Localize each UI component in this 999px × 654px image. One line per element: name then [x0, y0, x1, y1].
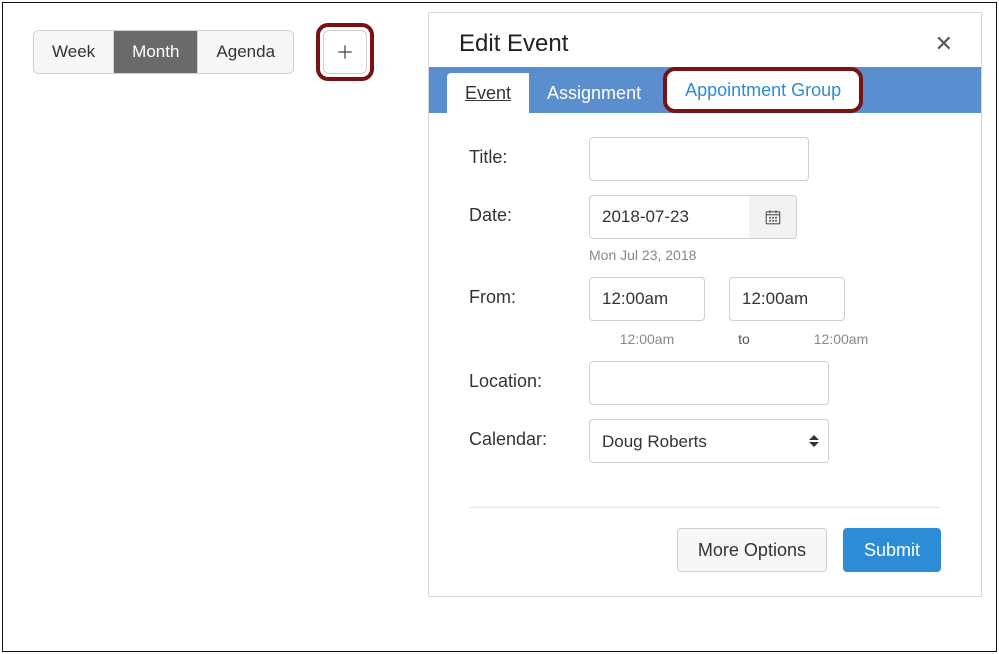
tab-appointment-group[interactable]: Appointment Group — [667, 71, 859, 109]
appointment-group-highlight: Appointment Group — [663, 67, 863, 113]
view-agenda-button[interactable]: Agenda — [197, 31, 293, 73]
app-frame: Week Month Agenda Edit Event ✕ Event Ass… — [2, 2, 997, 652]
location-input[interactable] — [589, 361, 829, 405]
calendar-select[interactable]: Doug Roberts — [589, 419, 829, 463]
calendar-label: Calendar: — [469, 419, 589, 450]
time-start-readable: 12:00am — [589, 331, 705, 347]
plus-icon — [335, 42, 355, 62]
view-week-button[interactable]: Week — [34, 31, 113, 73]
edit-event-dialog: Edit Event ✕ Event Assignment Appointmen… — [428, 12, 982, 597]
dialog-title: Edit Event — [459, 30, 568, 58]
view-month-button[interactable]: Month — [113, 31, 197, 73]
tab-assignment[interactable]: Assignment — [529, 73, 659, 113]
time-start-input[interactable] — [589, 277, 705, 321]
date-readable: Mon Jul 23, 2018 — [589, 247, 941, 263]
from-label: From: — [469, 277, 589, 308]
time-sep: to — [729, 331, 759, 347]
close-icon: ✕ — [935, 31, 953, 56]
more-options-button[interactable]: More Options — [677, 528, 827, 572]
dialog-body: Title: Date: — [429, 113, 981, 493]
tab-event[interactable]: Event — [447, 73, 529, 113]
location-label: Location: — [469, 361, 589, 392]
close-button[interactable]: ✕ — [929, 29, 959, 59]
dialog-tablist: Event Assignment Appointment Group — [429, 67, 981, 113]
add-event-button[interactable] — [323, 30, 367, 74]
calendar-icon — [764, 208, 782, 226]
view-segmented-control: Week Month Agenda — [33, 30, 294, 74]
submit-button[interactable]: Submit — [843, 528, 941, 572]
date-label: Date: — [469, 195, 589, 226]
dialog-footer: More Options Submit — [469, 507, 941, 596]
time-end-readable: 12:00am — [783, 331, 899, 347]
time-end-input[interactable] — [729, 277, 845, 321]
title-input[interactable] — [589, 137, 809, 181]
date-input[interactable] — [589, 195, 749, 239]
calendar-toolbar: Week Month Agenda — [33, 23, 374, 81]
date-picker-button[interactable] — [749, 195, 797, 239]
add-event-highlight — [316, 23, 374, 81]
title-label: Title: — [469, 137, 589, 168]
